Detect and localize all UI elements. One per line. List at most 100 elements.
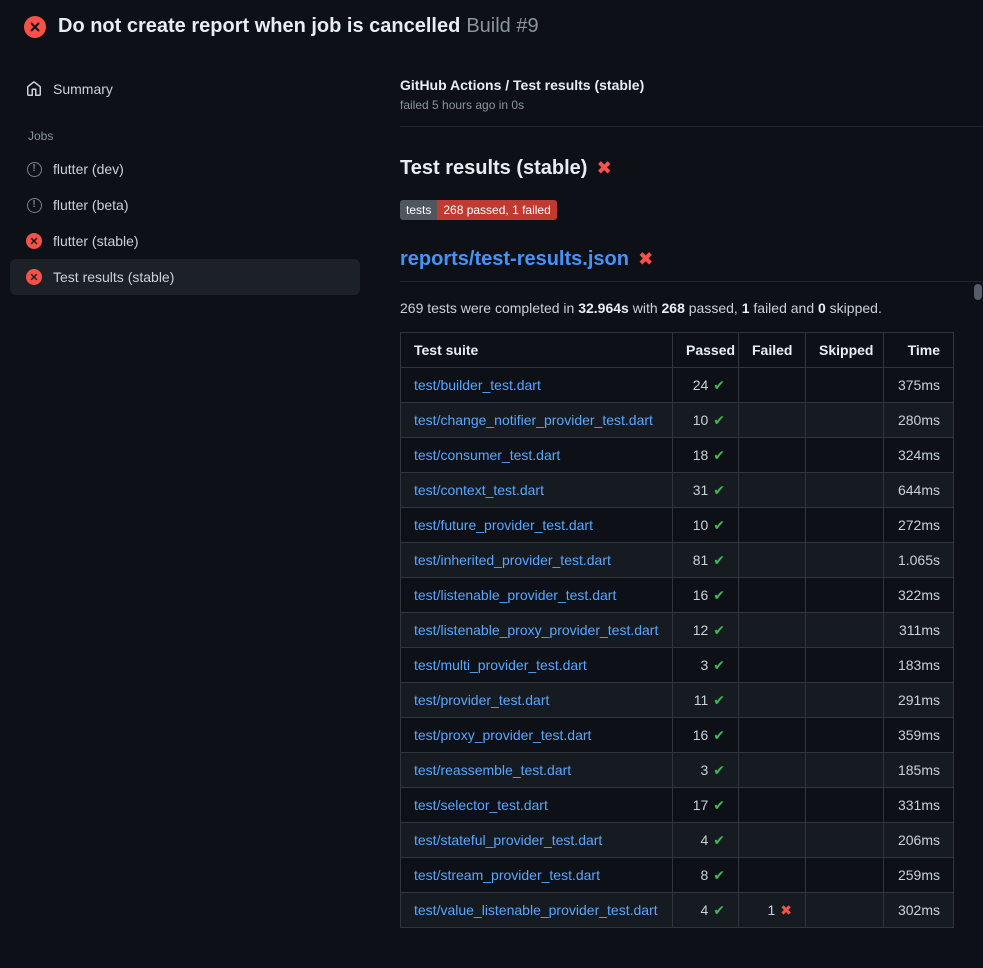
skipped-cell	[806, 683, 884, 718]
passed-cell: 3✔	[673, 648, 739, 683]
passed-count: 16	[693, 587, 709, 603]
failed-cell	[739, 683, 806, 718]
check-icon: ✔	[713, 657, 725, 673]
test-suite-link[interactable]: test/builder_test.dart	[414, 377, 541, 393]
test-suite-link[interactable]: test/future_provider_test.dart	[414, 517, 593, 533]
x-emoji-icon: ✖	[638, 248, 653, 269]
passed-cell: 16✔	[673, 718, 739, 753]
failed-cell	[739, 648, 806, 683]
check-icon: ✔	[713, 412, 725, 428]
skipped-cell	[806, 648, 884, 683]
failed-cell	[739, 578, 806, 613]
sidebar-item-flutter-stable[interactable]: flutter (stable)	[10, 223, 360, 259]
jobs-list: !flutter (dev)!flutter (beta)flutter (st…	[10, 151, 360, 295]
suite-cell: test/listenable_proxy_provider_test.dart	[401, 613, 673, 648]
time-cell: 324ms	[884, 438, 954, 473]
badge-label: tests	[400, 200, 437, 220]
sidebar: Summary Jobs !flutter (dev)!flutter (bet…	[0, 51, 370, 315]
test-suite-link[interactable]: test/change_notifier_provider_test.dart	[414, 412, 653, 428]
test-suite-link[interactable]: test/selector_test.dart	[414, 797, 548, 813]
suite-cell: test/proxy_provider_test.dart	[401, 718, 673, 753]
suite-cell: test/stateful_provider_test.dart	[401, 823, 673, 858]
sidebar-item-test-results-stable[interactable]: Test results (stable)	[10, 259, 360, 295]
passed-cell: 8✔	[673, 858, 739, 893]
table-row: test/future_provider_test.dart10✔272ms	[401, 508, 954, 543]
passed-count: 4	[700, 832, 708, 848]
failed-cell: 1✖	[739, 893, 806, 928]
skipped-cell	[806, 508, 884, 543]
test-suite-link[interactable]: test/provider_test.dart	[414, 692, 549, 708]
time-cell: 183ms	[884, 648, 954, 683]
passed-count: 10	[693, 517, 709, 533]
test-suite-link[interactable]: test/proxy_provider_test.dart	[414, 727, 591, 743]
alert-circle-icon: !	[26, 161, 42, 177]
badge-value: 268 passed, 1 failed	[437, 200, 556, 220]
sidebar-item-label: Summary	[53, 81, 113, 97]
page-title: Do not create report when job is cancell…	[58, 15, 539, 38]
check-icon: ✔	[713, 797, 725, 813]
build-title: Do not create report when job is cancell…	[58, 15, 460, 37]
test-suite-link[interactable]: test/inherited_provider_test.dart	[414, 552, 611, 568]
suite-cell: test/context_test.dart	[401, 473, 673, 508]
test-suite-link[interactable]: test/value_listenable_provider_test.dart	[414, 902, 658, 918]
table-row: test/provider_test.dart11✔291ms	[401, 683, 954, 718]
test-suite-link[interactable]: test/stream_provider_test.dart	[414, 867, 600, 883]
failed-cell	[739, 403, 806, 438]
skipped-cell	[806, 893, 884, 928]
sidebar-item-flutter-beta[interactable]: !flutter (beta)	[10, 187, 360, 223]
passed-count: 24	[693, 377, 709, 393]
time-cell: 302ms	[884, 893, 954, 928]
scrollbar-thumb[interactable]	[974, 284, 982, 300]
x-circle-icon	[26, 233, 42, 249]
test-suite-link[interactable]: test/listenable_provider_test.dart	[414, 587, 616, 603]
table-header-row: Test suitePassedFailedSkippedTime	[401, 333, 954, 368]
jobs-section-label: Jobs	[10, 107, 360, 151]
divider	[400, 126, 983, 127]
breadcrumb: GitHub Actions / Test results (stable)	[400, 77, 983, 93]
test-suite-link[interactable]: test/reassemble_test.dart	[414, 762, 571, 778]
suite-cell: test/value_listenable_provider_test.dart	[401, 893, 673, 928]
tests-badge: tests 268 passed, 1 failed	[400, 200, 557, 220]
suite-cell: test/consumer_test.dart	[401, 438, 673, 473]
time-cell: 311ms	[884, 613, 954, 648]
test-suite-link[interactable]: test/stateful_provider_test.dart	[414, 832, 602, 848]
time-cell: 359ms	[884, 718, 954, 753]
passed-count: 31	[693, 482, 709, 498]
column-header: Failed	[739, 333, 806, 368]
test-suite-link[interactable]: test/consumer_test.dart	[414, 447, 560, 463]
check-icon: ✔	[713, 377, 725, 393]
x-emoji-icon: ✖	[596, 157, 611, 178]
x-icon: ✖	[780, 902, 792, 918]
column-header: Time	[884, 333, 954, 368]
time-cell: 185ms	[884, 753, 954, 788]
report-link[interactable]: reports/test-results.json	[400, 248, 629, 270]
test-suite-link[interactable]: test/listenable_proxy_provider_test.dart	[414, 622, 658, 638]
suite-cell: test/future_provider_test.dart	[401, 508, 673, 543]
test-suite-link[interactable]: test/multi_provider_test.dart	[414, 657, 587, 673]
passed-count: 3	[700, 657, 708, 673]
failed-cell	[739, 368, 806, 403]
test-suite-link[interactable]: test/context_test.dart	[414, 482, 544, 498]
suite-cell: test/listenable_provider_test.dart	[401, 578, 673, 613]
passed-count: 17	[693, 797, 709, 813]
table-row: test/selector_test.dart17✔331ms	[401, 788, 954, 823]
column-header: Skipped	[806, 333, 884, 368]
suite-cell: test/change_notifier_provider_test.dart	[401, 403, 673, 438]
table-row: test/stateful_provider_test.dart4✔206ms	[401, 823, 954, 858]
sidebar-item-summary[interactable]: Summary	[10, 71, 360, 107]
failed-cell	[739, 473, 806, 508]
sidebar-item-flutter-dev[interactable]: !flutter (dev)	[10, 151, 360, 187]
x-circle-icon	[26, 269, 42, 285]
skipped-cell	[806, 858, 884, 893]
suite-cell: test/provider_test.dart	[401, 683, 673, 718]
passed-count: 12	[693, 622, 709, 638]
passed-count: 11	[694, 692, 709, 708]
passed-cell: 10✔	[673, 403, 739, 438]
build-header: Do not create report when job is cancell…	[0, 0, 983, 51]
table-row: test/reassemble_test.dart3✔185ms	[401, 753, 954, 788]
time-cell: 291ms	[884, 683, 954, 718]
skipped-cell	[806, 823, 884, 858]
suite-cell: test/inherited_provider_test.dart	[401, 543, 673, 578]
column-header: Test suite	[401, 333, 673, 368]
failed-status-icon	[24, 16, 46, 38]
